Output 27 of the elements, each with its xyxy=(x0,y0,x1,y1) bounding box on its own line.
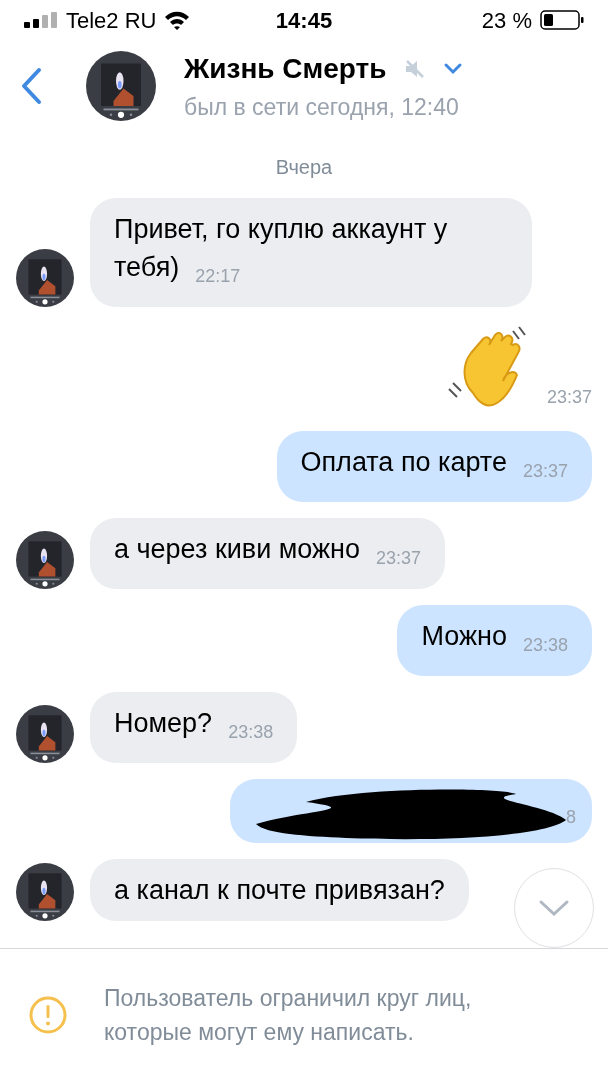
chevron-left-icon xyxy=(20,67,42,105)
message-time: 23:37 xyxy=(546,386,592,409)
message-time: 8 xyxy=(566,806,576,829)
message-time: 23:37 xyxy=(522,460,568,483)
wifi-icon xyxy=(164,10,191,30)
clock: 14:45 xyxy=(275,6,333,35)
message-bubble: Привет, го куплю аккаунт у тебя) 22:17 xyxy=(90,198,532,307)
message-bubble: Можно 23:38 xyxy=(397,605,592,676)
warning-icon xyxy=(28,994,68,1035)
signal-icon xyxy=(24,12,58,28)
message-time: 23:38 xyxy=(228,721,274,744)
chevron-down-icon[interactable] xyxy=(442,61,463,76)
online-status: был в сети сегодня, 12:40 xyxy=(184,92,460,122)
restriction-notice: Пользователь ограничил круг лиц, которые могут ему написать. xyxy=(104,983,472,1047)
message-time: 23:38 xyxy=(522,634,568,657)
message-bubble: а через киви можно 23:37 xyxy=(90,518,446,589)
contact-name[interactable]: Жизнь Смерть xyxy=(184,47,387,90)
message-time: 22:17 xyxy=(195,265,241,288)
chevron-down-icon xyxy=(538,899,570,917)
message-bubble: а канал к почте привязан? xyxy=(90,859,469,921)
message-bubble: Оплата по карте 23:37 xyxy=(276,431,592,502)
battery-percent: 23 % xyxy=(481,6,532,35)
message-bubble: Номер? 23:38 xyxy=(90,692,298,763)
date-separator: Вчера xyxy=(275,155,333,180)
message-time: 23:37 xyxy=(376,547,422,570)
battery-icon xyxy=(540,10,584,30)
carrier-name: Tele2 RU xyxy=(66,6,157,35)
